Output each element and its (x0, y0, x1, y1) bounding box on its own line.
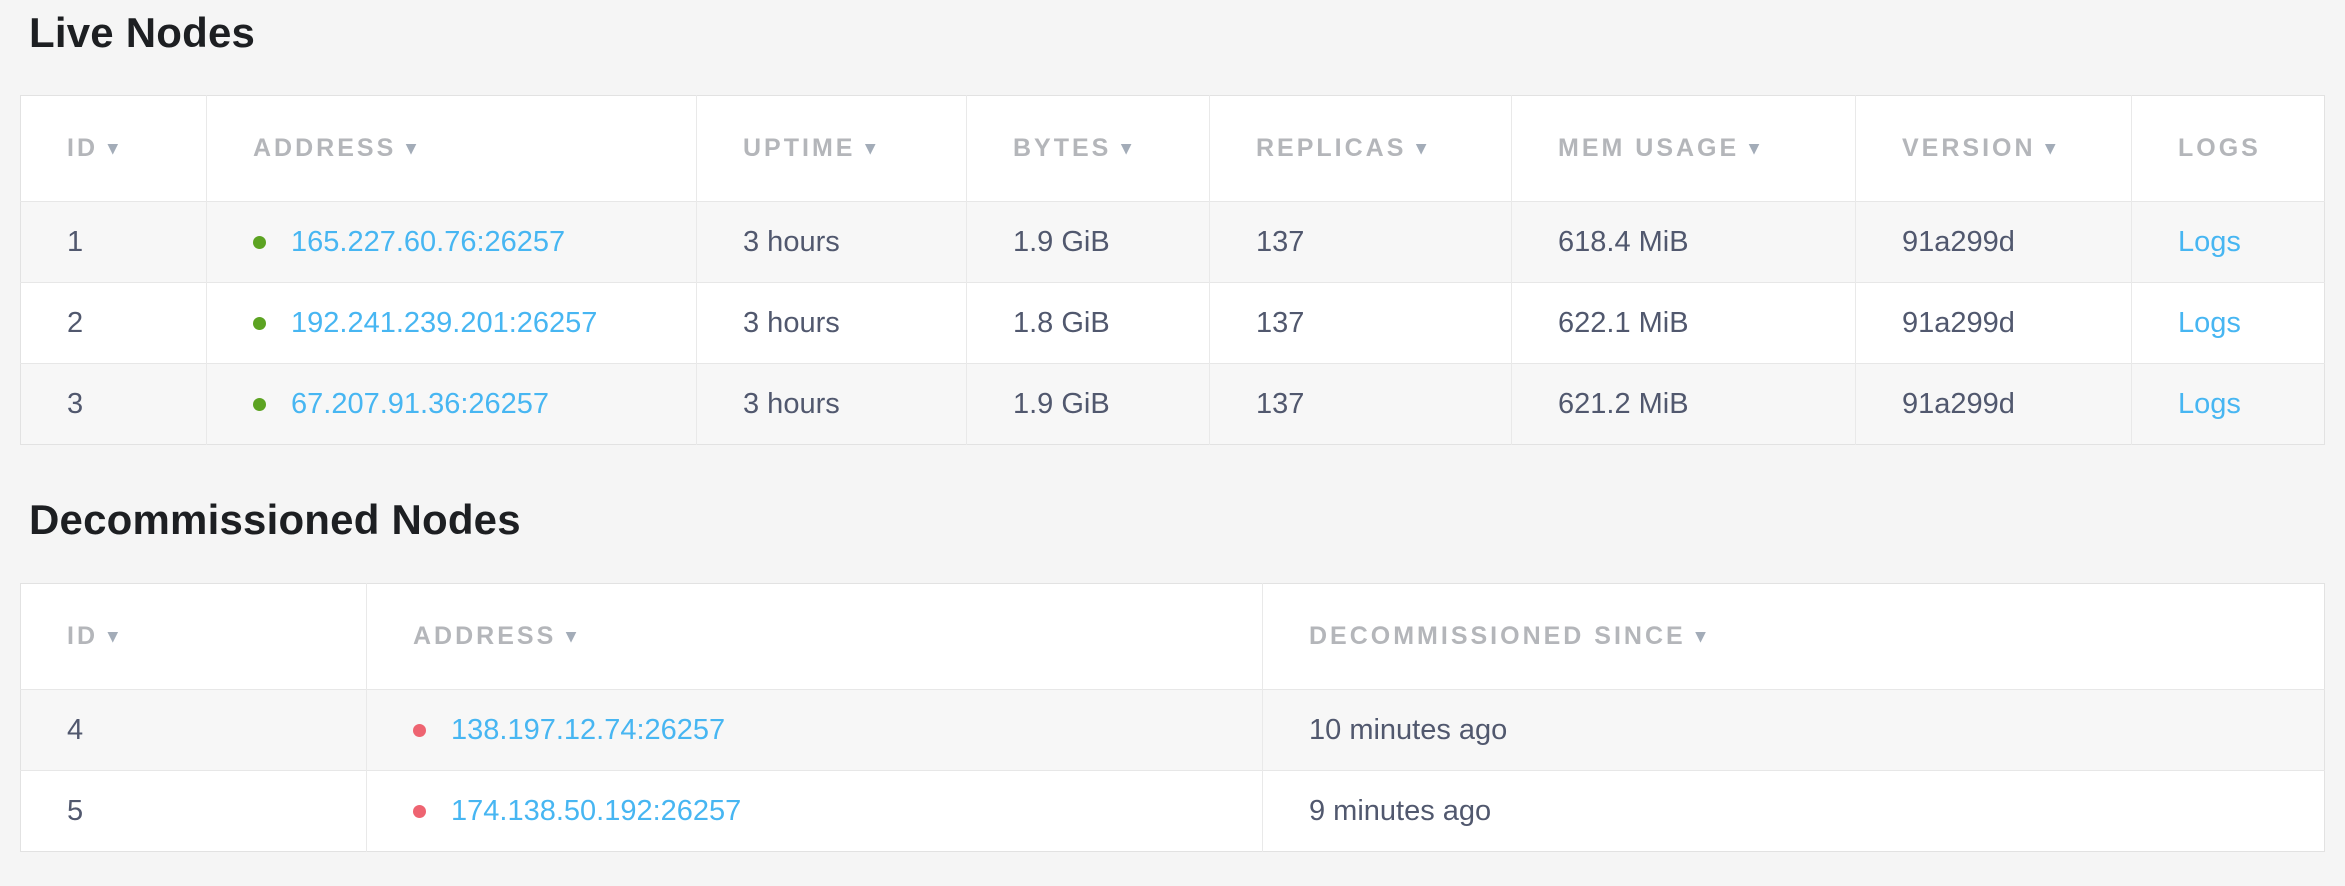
column-header-id[interactable]: ID▾ (21, 584, 367, 690)
column-header-address[interactable]: Address▾ (367, 584, 1263, 690)
cell-mem-usage: 621.2 MiB (1512, 364, 1856, 445)
sort-arrow-icon: ▾ (2046, 138, 2056, 159)
node-address-link[interactable]: 165.227.60.76:26257 (291, 226, 565, 258)
cell-address: 165.227.60.76:26257 (207, 202, 697, 283)
cell-mem-usage: 618.4 MiB (1512, 202, 1856, 283)
decommissioned-nodes-table: ID▾ Address▾ Decommissioned Since▾ 4 138… (20, 583, 2325, 852)
sort-arrow-icon: ▾ (406, 138, 416, 159)
column-header-logs: Logs (2132, 96, 2325, 202)
column-header-bytes[interactable]: Bytes▾ (967, 96, 1210, 202)
table-row: 1 165.227.60.76:26257 3 hours 1.9 GiB 13… (21, 202, 2325, 283)
table-row: 5 174.138.50.192:26257 9 minutes ago (21, 771, 2325, 852)
cell-uptime: 3 hours (697, 283, 967, 364)
node-address-link[interactable]: 67.207.91.36:26257 (291, 388, 549, 420)
cell-mem-usage: 622.1 MiB (1512, 283, 1856, 364)
cell-address: 192.241.239.201:26257 (207, 283, 697, 364)
cell-logs: Logs (2132, 364, 2325, 445)
cell-replicas: 137 (1210, 202, 1512, 283)
cell-version: 91a299d (1856, 364, 2132, 445)
cell-replicas: 137 (1210, 364, 1512, 445)
cell-node-id: 4 (21, 690, 367, 771)
live-status-dot-icon (253, 398, 266, 411)
sort-arrow-icon: ▾ (108, 138, 118, 159)
sort-arrow-icon: ▾ (1696, 626, 1706, 647)
sort-arrow-icon: ▾ (1121, 138, 1131, 159)
cell-logs: Logs (2132, 283, 2325, 364)
cell-version: 91a299d (1856, 283, 2132, 364)
column-header-version[interactable]: Version▾ (1856, 96, 2132, 202)
live-nodes-table: ID▾ Address▾ Uptime▾ Bytes▾ Replicas▾ Me… (20, 95, 2325, 445)
cell-decommissioned-since: 10 minutes ago (1263, 690, 2325, 771)
cell-uptime: 3 hours (697, 202, 967, 283)
cell-node-id: 3 (21, 364, 207, 445)
cell-bytes: 1.8 GiB (967, 283, 1210, 364)
logs-link[interactable]: Logs (2178, 307, 2241, 339)
node-address-link[interactable]: 174.138.50.192:26257 (451, 795, 741, 827)
decommissioned-status-dot-icon (413, 724, 426, 737)
logs-link[interactable]: Logs (2178, 388, 2241, 420)
nodes-page: Live Nodes ID▾ Address▾ Uptime▾ Bytes▾ R… (0, 10, 2345, 852)
column-header-uptime[interactable]: Uptime▾ (697, 96, 967, 202)
table-row: 3 67.207.91.36:26257 3 hours 1.9 GiB 137… (21, 364, 2325, 445)
node-address-link[interactable]: 138.197.12.74:26257 (451, 714, 725, 746)
live-status-dot-icon (253, 236, 266, 249)
cell-node-id: 2 (21, 283, 207, 364)
cell-decommissioned-since: 9 minutes ago (1263, 771, 2325, 852)
cell-version: 91a299d (1856, 202, 2132, 283)
live-nodes-title: Live Nodes (20, 10, 2325, 56)
column-header-decommissioned-since[interactable]: Decommissioned Since▾ (1263, 584, 2325, 690)
cell-node-id: 5 (21, 771, 367, 852)
live-nodes-header-row: ID▾ Address▾ Uptime▾ Bytes▾ Replicas▾ Me… (21, 96, 2325, 202)
cell-address: 174.138.50.192:26257 (367, 771, 1263, 852)
sort-arrow-icon: ▾ (1749, 138, 1759, 159)
cell-logs: Logs (2132, 202, 2325, 283)
cell-node-id: 1 (21, 202, 207, 283)
node-address-link[interactable]: 192.241.239.201:26257 (291, 307, 597, 339)
logs-link[interactable]: Logs (2178, 226, 2241, 258)
sort-arrow-icon: ▾ (1416, 138, 1426, 159)
cell-address: 67.207.91.36:26257 (207, 364, 697, 445)
sort-arrow-icon: ▾ (566, 626, 576, 647)
cell-replicas: 137 (1210, 283, 1512, 364)
cell-uptime: 3 hours (697, 364, 967, 445)
column-header-replicas[interactable]: Replicas▾ (1210, 96, 1512, 202)
sort-arrow-icon: ▾ (108, 626, 118, 647)
table-row: 2 192.241.239.201:26257 3 hours 1.8 GiB … (21, 283, 2325, 364)
cell-address: 138.197.12.74:26257 (367, 690, 1263, 771)
cell-bytes: 1.9 GiB (967, 202, 1210, 283)
column-header-address[interactable]: Address▾ (207, 96, 697, 202)
column-header-mem-usage[interactable]: Mem Usage▾ (1512, 96, 1856, 202)
cell-bytes: 1.9 GiB (967, 364, 1210, 445)
decommissioned-status-dot-icon (413, 805, 426, 818)
column-header-id[interactable]: ID▾ (21, 96, 207, 202)
sort-arrow-icon: ▾ (865, 138, 875, 159)
table-row: 4 138.197.12.74:26257 10 minutes ago (21, 690, 2325, 771)
live-status-dot-icon (253, 317, 266, 330)
decommissioned-nodes-header-row: ID▾ Address▾ Decommissioned Since▾ (21, 584, 2325, 690)
decommissioned-nodes-title: Decommissioned Nodes (20, 497, 2325, 543)
